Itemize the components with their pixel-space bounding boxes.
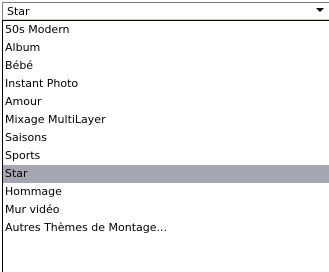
list-item-50s-modern[interactable]: 50s Modern (3, 21, 329, 39)
list-item-mur-video[interactable]: Mur vidéo (3, 201, 329, 219)
combobox-selected-value: Star (7, 5, 30, 18)
list-item-sports[interactable]: Sports (3, 147, 329, 165)
list-item-album[interactable]: Album (3, 39, 329, 57)
list-item-hommage[interactable]: Hommage (3, 183, 329, 201)
list-item-bebe[interactable]: Bébé (3, 57, 329, 75)
theme-dropdown-list[interactable]: 50s Modern Album Bébé Instant Photo Amou… (2, 20, 329, 272)
list-item-autres-themes[interactable]: Autres Thèmes de Montage... (3, 219, 329, 237)
list-item-star-selected[interactable]: Star (3, 165, 329, 183)
list-item-instant-photo[interactable]: Instant Photo (3, 75, 329, 93)
list-item-mixage-multilayer[interactable]: Mixage MultiLayer (3, 111, 329, 129)
theme-options: 50s Modern Album Bébé Instant Photo Amou… (3, 21, 329, 237)
list-item-saisons[interactable]: Saisons (3, 129, 329, 147)
dropdown-arrow-button[interactable] (315, 3, 329, 19)
theme-combobox[interactable]: Star (2, 2, 329, 20)
list-item-amour[interactable]: Amour (3, 93, 329, 111)
triangle-down-icon (316, 8, 324, 12)
